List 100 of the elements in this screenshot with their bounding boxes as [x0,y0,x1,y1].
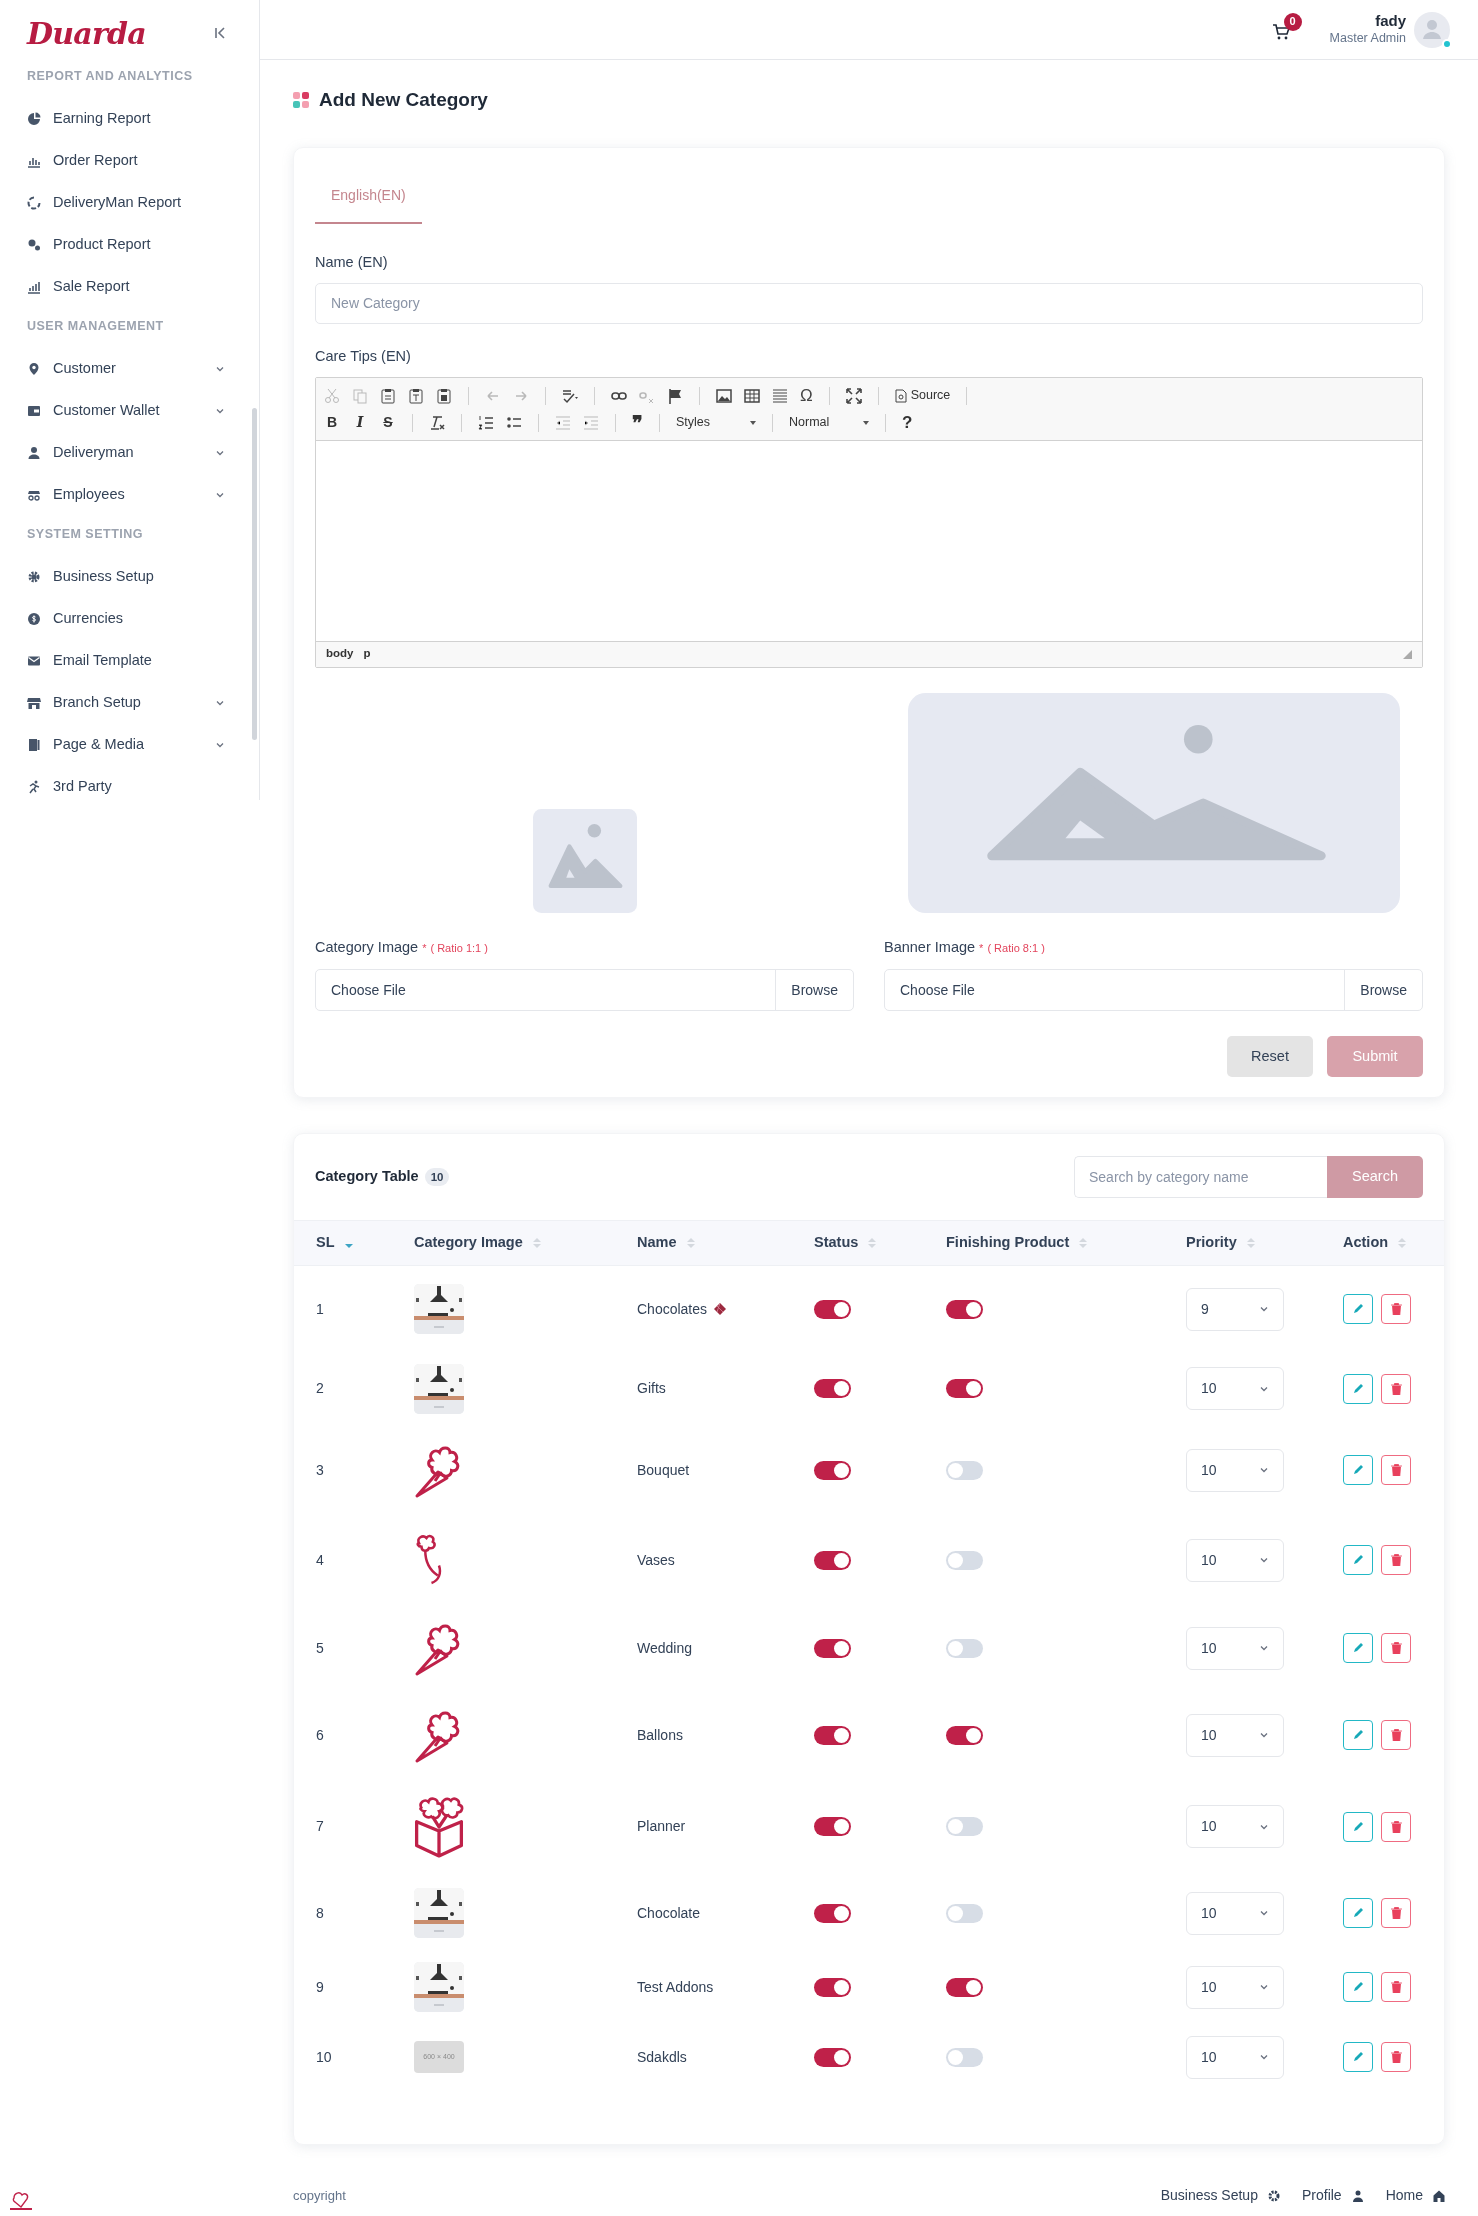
edit-button[interactable] [1343,1294,1373,1325]
nav-item[interactable]: Product Report [0,224,259,266]
delete-button[interactable] [1381,2042,1411,2073]
footer-link[interactable]: Business Setup [1160,2185,1280,2207]
clear-format-icon[interactable] [429,414,445,431]
column-header[interactable]: Finishing Product [946,1232,1070,1255]
resize-handle-icon[interactable] [1403,649,1412,659]
priority-select[interactable]: 10 [1186,1713,1284,1757]
collapse-icon[interactable] [213,26,227,40]
toggle-switch[interactable] [814,1725,851,1745]
edit-button[interactable] [1343,1373,1373,1404]
spell-check-icon[interactable] [562,387,578,404]
priority-select[interactable]: 10 [1186,1367,1284,1411]
paste-icon[interactable] [380,387,396,404]
horizontal-line-icon[interactable] [772,387,788,404]
toggle-switch[interactable] [814,1299,851,1319]
column-header[interactable]: Name [637,1232,677,1255]
edit-button[interactable] [1343,1972,1373,2003]
delete-button[interactable] [1381,1455,1411,1486]
logo[interactable]: Duarda [27,10,146,56]
toggle-switch[interactable] [946,1725,983,1745]
bold-button[interactable]: B [324,412,340,433]
toggle-switch[interactable] [946,1903,983,1923]
column-header[interactable]: Status [814,1232,859,1255]
footer-link[interactable]: Profile [1301,2185,1364,2207]
column-header[interactable]: Priority [1186,1232,1237,1255]
nav-item[interactable]: Sale Report [0,266,259,308]
toggle-switch[interactable] [946,1299,983,1319]
toggle-switch[interactable] [814,1903,851,1923]
delete-button[interactable] [1381,1811,1411,1842]
cart-icon[interactable] [1271,22,1290,41]
scrollbar[interactable] [252,408,257,740]
column-header[interactable]: SL [316,1232,335,1255]
toggle-switch[interactable] [946,1379,983,1399]
delete-button[interactable] [1381,1545,1411,1576]
toggle-switch[interactable] [946,1638,983,1658]
delete-button[interactable] [1381,1972,1411,2003]
reset-button[interactable]: Reset [1227,1036,1313,1078]
toggle-switch[interactable] [946,1550,983,1570]
toggle-switch[interactable] [814,1460,851,1480]
source-button[interactable]: Source [894,386,951,405]
element-path-item[interactable]: body [326,645,354,663]
styles-dropdown[interactable]: Styles [676,413,756,432]
nav-item[interactable]: Deliveryman [0,432,259,474]
help-button[interactable]: ? [902,414,913,431]
toggle-switch[interactable] [946,2047,983,2067]
delete-button[interactable] [1381,1720,1411,1751]
priority-select[interactable]: 10 [1186,2035,1284,2079]
priority-select[interactable]: 10 [1186,1448,1284,1492]
toggle-switch[interactable] [814,2047,851,2067]
blockquote-button[interactable]: ❞ [632,412,643,433]
nav-item[interactable]: Employees [0,474,259,516]
column-header[interactable]: Category Image [414,1232,523,1255]
priority-select[interactable]: 10 [1186,1965,1284,2009]
nav-item[interactable]: Currencies [0,598,259,640]
priority-select[interactable]: 10 [1186,1538,1284,1582]
strikethrough-button[interactable]: S [380,412,396,433]
toggle-switch[interactable] [814,1977,851,1997]
nav-item[interactable]: Customer [0,348,259,390]
edit-button[interactable] [1343,1633,1373,1664]
edit-button[interactable] [1343,2042,1373,2073]
edit-button[interactable] [1343,1720,1373,1751]
file-input[interactable]: Choose File Browse [315,969,854,1012]
nav-item[interactable]: Branch Setup [0,682,259,724]
italic-button[interactable]: I [352,412,368,433]
nav-item[interactable]: Page & Media [0,724,259,766]
toggle-switch[interactable] [946,1977,983,1997]
toggle-switch[interactable] [814,1550,851,1570]
image-icon[interactable] [716,387,732,404]
toggle-switch[interactable] [946,1460,983,1480]
delete-button[interactable] [1381,1633,1411,1664]
outdent-icon[interactable] [555,414,571,431]
delete-button[interactable] [1381,1294,1411,1325]
edit-button[interactable] [1343,1455,1373,1486]
column-header[interactable]: Action [1343,1232,1389,1255]
maximize-icon[interactable] [845,387,862,404]
nav-item[interactable]: 3rd Party [0,766,259,800]
nav-item[interactable]: Business Setup [0,556,259,598]
table-icon[interactable] [744,387,760,404]
priority-select[interactable]: 10 [1186,1891,1284,1935]
edit-button[interactable] [1343,1811,1373,1842]
footer-link[interactable]: Home [1385,2185,1445,2207]
nav-item[interactable]: Earning Report [0,98,259,140]
delete-button[interactable] [1381,1898,1411,1929]
delete-button[interactable] [1381,1373,1411,1404]
file-input[interactable]: Choose File Browse [884,969,1423,1012]
paste-text-icon[interactable] [408,387,424,404]
element-path-item[interactable]: p [363,645,371,663]
indent-icon[interactable] [583,414,599,431]
nav-item[interactable]: Customer Wallet [0,390,259,432]
priority-select[interactable]: 10 [1186,1805,1284,1849]
priority-select[interactable]: 9 [1186,1287,1284,1331]
flag-icon[interactable] [667,387,683,404]
name-field[interactable]: New Category [315,282,1423,324]
search-field[interactable]: Search by category name [1074,1156,1327,1199]
toggle-switch[interactable] [814,1638,851,1658]
nav-item[interactable]: Order Report [0,140,259,182]
priority-select[interactable]: 10 [1186,1626,1284,1670]
numbered-list-icon[interactable] [478,414,494,431]
edit-button[interactable] [1343,1545,1373,1576]
